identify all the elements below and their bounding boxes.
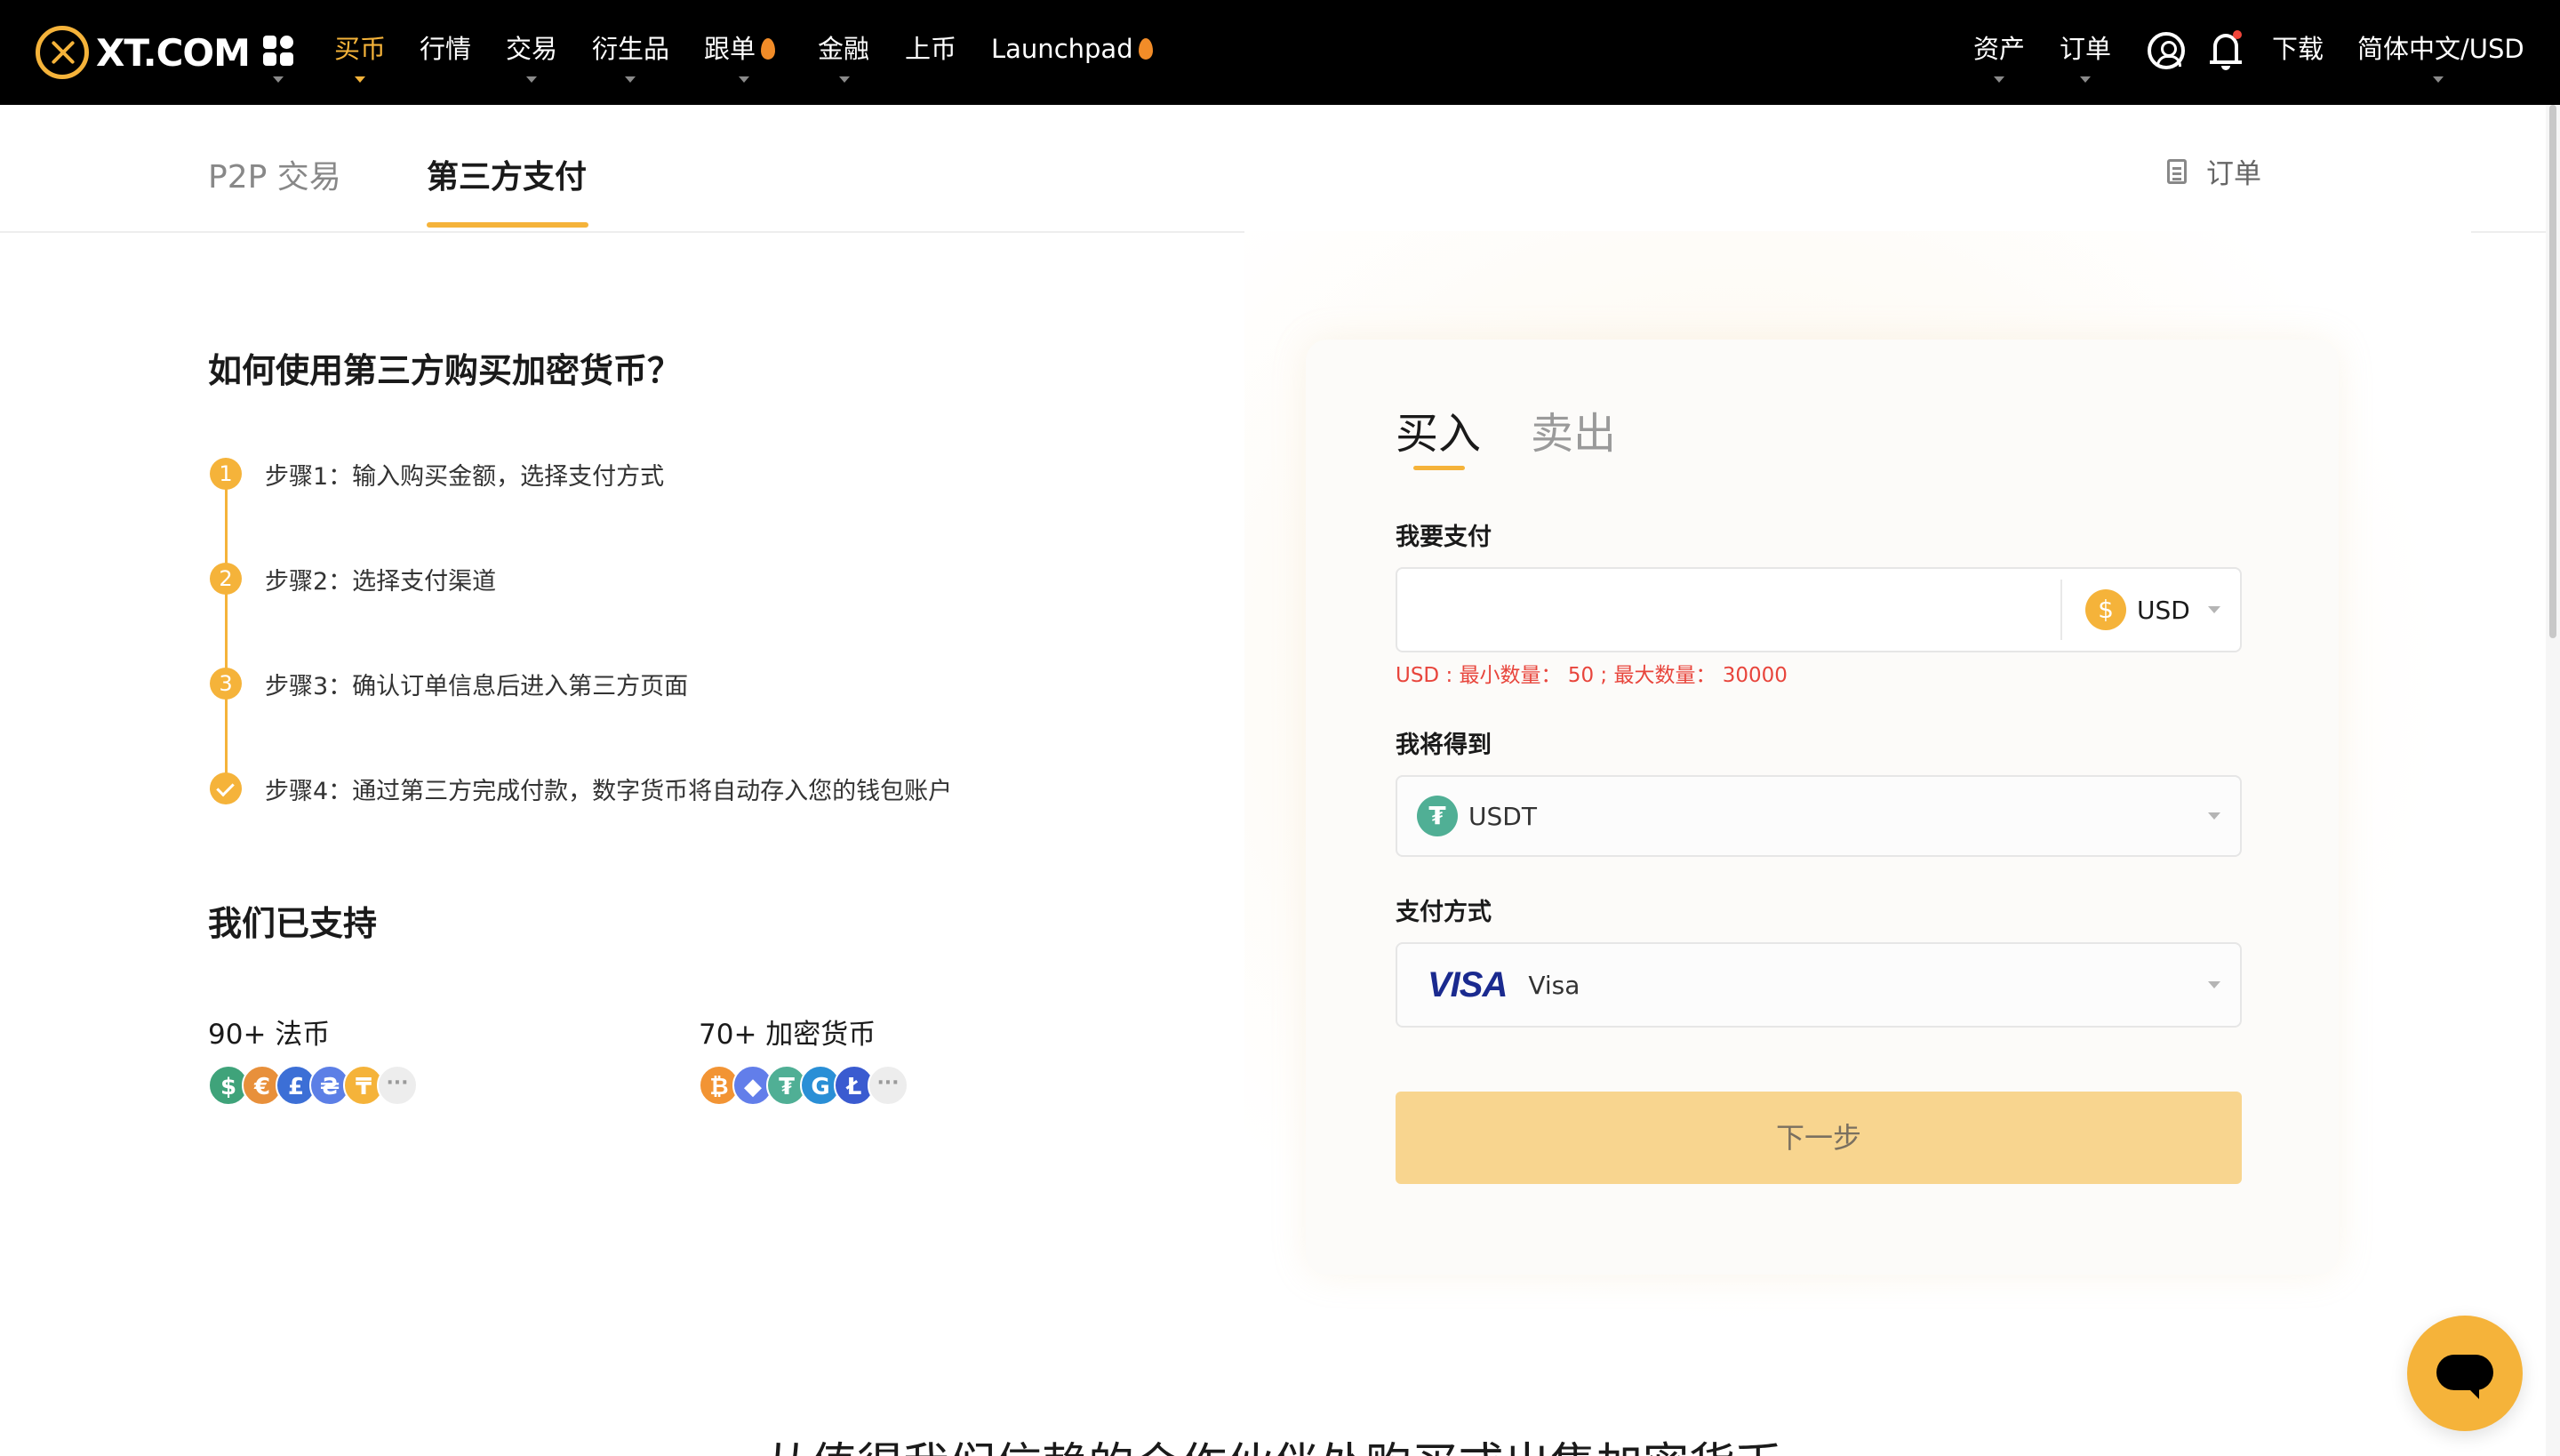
chevron-down-icon bbox=[273, 76, 284, 83]
receive-label: 我将得到 bbox=[1396, 732, 1492, 759]
step-number: 2 bbox=[210, 563, 242, 595]
scrollbar-thumb[interactable] bbox=[2549, 105, 2556, 638]
nav-copy-trading-label: 跟单 bbox=[704, 34, 756, 64]
tab-sell[interactable]: 卖出 bbox=[1531, 398, 1616, 460]
step-item: 1 步骤1：输入购买金额，选择支付方式 bbox=[210, 456, 664, 492]
next-step-button[interactable]: 下一步 bbox=[1396, 1092, 2242, 1184]
step-text: 步骤1：输入购买金额，选择支付方式 bbox=[265, 462, 665, 491]
language-currency-selector[interactable]: 简体中文/USD bbox=[2357, 30, 2524, 68]
step-text: 步骤3：确认订单信息后进入第三方页面 bbox=[265, 672, 689, 700]
payment-method-name: Visa bbox=[1528, 970, 1580, 1000]
pay-amount-field: $ USD bbox=[1396, 567, 2242, 652]
buy-tab-underline bbox=[1413, 466, 1465, 470]
nav-orders[interactable]: 订单 bbox=[2060, 30, 2111, 68]
step-item: 步骤4：通过第三方完成付款，数字货币将自动存入您的钱包账户 bbox=[210, 771, 952, 806]
apps-grid-icon[interactable] bbox=[263, 36, 293, 66]
chevron-down-icon bbox=[839, 76, 850, 83]
tab-buy[interactable]: 买入 bbox=[1396, 398, 1481, 460]
active-tab-underline bbox=[427, 222, 588, 228]
orders-link-label: 订单 bbox=[2206, 158, 2261, 190]
nav-launchpad[interactable]: Launchpad bbox=[991, 30, 1153, 68]
bell-icon[interactable] bbox=[2210, 30, 2242, 71]
visa-logo-icon: VISA bbox=[1428, 964, 1508, 1004]
nav-buy-crypto[interactable]: 买币 bbox=[334, 30, 386, 68]
receive-currency-select[interactable]: ₮ USDT bbox=[1396, 775, 2242, 857]
fiat-count-label: 90+ 法币 bbox=[208, 1019, 331, 1051]
chevron-down-icon bbox=[2433, 76, 2444, 83]
step-text: 步骤2：选择支付渠道 bbox=[265, 567, 497, 596]
page-scrollbar[interactable] bbox=[2546, 105, 2560, 1456]
step-item: 2 步骤2：选择支付渠道 bbox=[210, 561, 496, 596]
pay-currency-code: USD bbox=[2137, 595, 2190, 625]
step-number: 1 bbox=[210, 458, 242, 490]
nav-copy-trading[interactable]: 跟单 bbox=[704, 30, 776, 68]
how-to-title: 如何使用第三方购买加密货币？ bbox=[208, 351, 682, 390]
step-text: 步骤4：通过第三方完成付款，数字货币将自动存入您的钱包账户 bbox=[265, 777, 953, 805]
nav-markets[interactable]: 行情 bbox=[420, 30, 471, 68]
payment-method-label: 支付方式 bbox=[1396, 899, 1492, 926]
tab-third-party-payment[interactable]: 第三方支付 bbox=[427, 151, 587, 197]
usdt-coin-icon: ₮ bbox=[1417, 796, 1458, 836]
nav-trade[interactable]: 交易 bbox=[506, 30, 557, 68]
step-number: 3 bbox=[210, 668, 242, 700]
flame-icon bbox=[761, 38, 776, 60]
chevron-down-icon bbox=[1994, 76, 2004, 83]
payment-method-select[interactable]: VISA Visa bbox=[1396, 942, 2242, 1028]
chevron-down-icon bbox=[739, 76, 749, 83]
chevron-down-icon bbox=[2080, 76, 2091, 83]
usd-coin-icon: $ bbox=[2085, 589, 2126, 630]
partners-heading: 从值得我们信赖的合作伙伴处购买或出售加密货币 bbox=[0, 1428, 2546, 1456]
checkmark-icon bbox=[210, 772, 242, 804]
more-icon: ··· bbox=[377, 1065, 418, 1106]
more-icon: ··· bbox=[868, 1065, 908, 1106]
chat-bubble-icon bbox=[2436, 1355, 2493, 1399]
top-navigation-bar: XT.COM 买币 行情 交易 衍生品 跟单 金融 上币 Launchpad 资… bbox=[0, 0, 2560, 105]
pay-currency-select[interactable]: $ USD bbox=[2085, 569, 2190, 651]
step-item: 3 步骤3：确认订单信息后进入第三方页面 bbox=[210, 666, 688, 701]
logo-text: XT.COM bbox=[96, 30, 251, 75]
pay-label: 我要支付 bbox=[1396, 524, 1492, 551]
document-icon bbox=[2167, 158, 2187, 184]
supported-title: 我们已支持 bbox=[208, 904, 378, 943]
orders-link[interactable]: 订单 bbox=[2167, 151, 2261, 191]
receive-currency-code: USDT bbox=[1468, 801, 1537, 831]
pay-amount-input[interactable] bbox=[1397, 569, 2062, 651]
crypto-count-label: 70+ 加密货币 bbox=[699, 1019, 876, 1051]
nav-listing[interactable]: 上币 bbox=[905, 30, 956, 68]
nav-launchpad-label: Launchpad bbox=[991, 34, 1133, 64]
chevron-down-icon bbox=[2208, 812, 2220, 820]
xt-logo-icon bbox=[36, 26, 89, 79]
chevron-down-icon bbox=[355, 76, 365, 83]
steps-timeline bbox=[225, 471, 228, 789]
chevron-down-icon bbox=[625, 76, 636, 83]
field-divider bbox=[2060, 580, 2062, 640]
nav-finance[interactable]: 金融 bbox=[818, 30, 869, 68]
chevron-down-icon bbox=[526, 76, 537, 83]
sub-navigation-bar: P2P 交易 第三方支付 订单 bbox=[0, 105, 2546, 233]
amount-limits-text: USD : 最小数量： 50 ; 最大数量： 30000 bbox=[1396, 664, 1788, 687]
notification-dot bbox=[2233, 30, 2242, 39]
chevron-down-icon bbox=[2208, 981, 2220, 988]
nav-derivatives[interactable]: 衍生品 bbox=[592, 30, 669, 68]
flame-icon bbox=[1138, 38, 1153, 60]
chevron-down-icon bbox=[2208, 606, 2220, 613]
tab-p2p-trading[interactable]: P2P 交易 bbox=[208, 151, 341, 197]
nav-download[interactable]: 下载 bbox=[2272, 30, 2324, 68]
nav-assets[interactable]: 资产 bbox=[1973, 30, 2025, 68]
user-icon[interactable] bbox=[2148, 32, 2185, 69]
xt-logo[interactable]: XT.COM bbox=[36, 25, 251, 80]
support-chat-button[interactable] bbox=[2407, 1316, 2523, 1431]
